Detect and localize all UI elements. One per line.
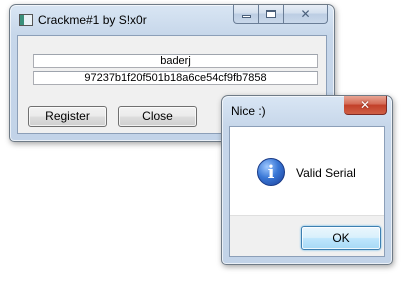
dialog-message: Valid Serial	[296, 166, 356, 180]
maximize-button[interactable]	[259, 5, 284, 24]
name-input[interactable]: baderj	[33, 54, 318, 68]
dialog-client-area: i Valid Serial OK	[229, 126, 385, 257]
main-caption-buttons: ✕	[233, 5, 328, 24]
app-icon	[19, 14, 33, 26]
close-icon: ✕	[300, 7, 311, 21]
close-button[interactable]: Close	[118, 106, 197, 127]
minimize-button[interactable]	[233, 5, 259, 24]
minimize-icon	[241, 15, 251, 18]
main-window-title: Crackme#1 by S!x0r	[38, 13, 147, 27]
close-icon: ✕	[359, 98, 371, 112]
ok-button[interactable]: OK	[301, 226, 381, 250]
serial-input[interactable]: 97237b1f20f501b18a6ce54cf9fb7858	[33, 71, 318, 85]
main-close-caption-button[interactable]: ✕	[284, 5, 328, 24]
register-button[interactable]: Register	[28, 106, 107, 127]
dialog-button-area: OK	[230, 215, 384, 256]
dialog-caption-buttons: ✕	[344, 96, 387, 115]
maximize-icon	[266, 10, 276, 18]
message-dialog: Nice :) ✕ i Valid Serial OK	[221, 95, 393, 265]
dialog-title: Nice :)	[231, 104, 266, 118]
dialog-message-area: i Valid Serial	[230, 127, 384, 215]
dialog-close-caption-button[interactable]: ✕	[344, 96, 387, 115]
info-icon: i	[257, 158, 285, 186]
